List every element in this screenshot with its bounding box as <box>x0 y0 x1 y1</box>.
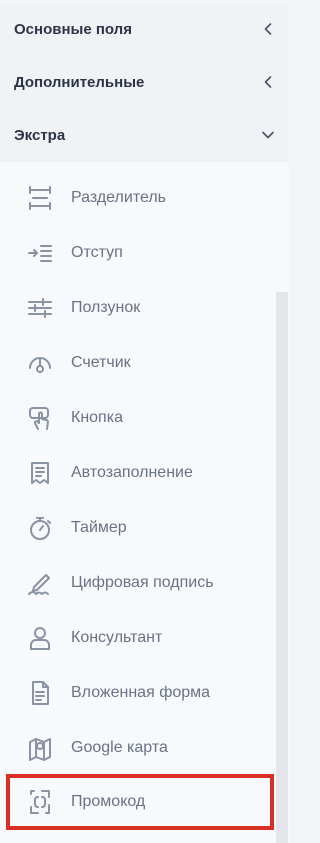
chevron-left-icon <box>262 76 274 88</box>
field-item-taymer[interactable]: Таймер <box>8 501 272 555</box>
field-item-schetchik[interactable]: Счетчик <box>8 336 272 390</box>
timer-icon <box>27 515 53 541</box>
scrollbar[interactable] <box>276 292 288 843</box>
field-item-konsultant[interactable]: Консультант <box>8 611 272 665</box>
field-item-label: Таймер <box>71 519 127 536</box>
section-osnovnye-polya[interactable]: Основные поля <box>0 2 289 56</box>
field-item-otstup[interactable]: Отступ <box>8 226 272 280</box>
indent-icon <box>27 240 53 266</box>
map-icon <box>27 735 53 761</box>
divider-icon <box>27 185 53 211</box>
field-item-label: Ползунок <box>71 299 141 316</box>
field-item-polzunok[interactable]: Ползунок <box>8 281 272 335</box>
field-item-razdelitel[interactable]: Разделитель <box>8 171 272 225</box>
field-item-vlozhennaya-forma[interactable]: Вложенная форма <box>8 666 272 720</box>
chevron-down-icon <box>262 129 274 141</box>
section-ekstra[interactable]: Экстра <box>0 108 289 162</box>
field-item-label: Цифровая подпись <box>71 574 214 591</box>
field-item-label: Счетчик <box>71 354 131 371</box>
button-tap-icon <box>27 405 53 431</box>
field-item-label: Вложенная форма <box>71 684 211 701</box>
document-icon <box>27 680 53 706</box>
field-item-avtozapolnenie[interactable]: Автозаполнение <box>8 446 272 500</box>
field-item-label: Промокод <box>71 793 146 810</box>
field-item-knopka[interactable]: Кнопка <box>8 391 272 445</box>
section-title: Дополнительные <box>14 73 145 91</box>
promo-code-icon <box>27 789 53 815</box>
autofill-icon <box>27 460 53 486</box>
field-item-label: Разделитель <box>71 189 167 206</box>
field-item-tsifrovaya-podpis[interactable]: Цифровая подпись <box>8 556 272 610</box>
signature-icon <box>27 570 53 596</box>
section-title: Основные поля <box>14 20 132 38</box>
field-item-label: Google карта <box>71 739 168 756</box>
field-item-label: Кнопка <box>71 409 123 426</box>
field-item-label: Отступ <box>71 244 123 261</box>
section-title: Экстра <box>14 126 66 144</box>
field-item-promokod[interactable]: Промокод <box>6 774 274 830</box>
gauge-icon <box>27 350 53 376</box>
field-item-google-karta[interactable]: Google карта <box>8 721 272 775</box>
chevron-left-icon <box>262 23 274 35</box>
section-dopolnitelnye[interactable]: Дополнительные <box>0 55 289 109</box>
field-item-label: Консультант <box>71 629 163 646</box>
slider-icon <box>27 295 53 321</box>
user-icon <box>27 625 53 651</box>
field-item-label: Автозаполнение <box>71 464 193 481</box>
